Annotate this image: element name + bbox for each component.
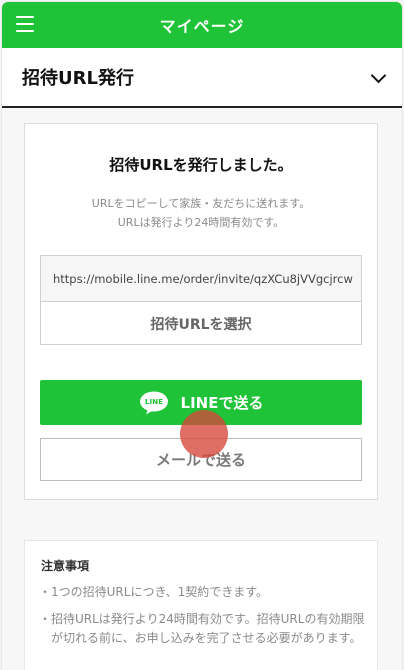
card-description: URLをコピーして家族・友だちに送れます。 URLは発行より24時間有効です。 [25,194,377,232]
hamburger-menu-icon[interactable] [16,16,34,32]
notice-title: 注意事項 [41,559,90,573]
line-button-label: LINEで送る [180,394,264,412]
card-title: 招待URLを発行しました。 [109,156,293,174]
description-line-validity: URLは発行より24時間有効です。 [117,216,285,229]
app-frame: マイページ 招待URL発行 招待URLを発行しました。 URLをコピーして家族・… [2,2,402,670]
touch-indicator [180,410,228,458]
notice-item: ・ 招待URLは発行より24時間有効です。招待URLの有効期限が切れる前に、お申… [39,610,365,648]
line-logo-text: LINE [144,397,162,406]
notice-item-text: 招待URLは発行より24時間有効です。招待URLの有効期限が切れる前に、お申し込… [51,612,365,645]
notice-list: ・ 1つの招待URLにつき、1契約できます。 ・ 招待URLは発行より24時間有… [39,583,365,656]
section-title: 招待URL発行 [22,68,134,89]
notice-bullet: ・ [39,585,52,599]
notice-bullet: ・ [39,612,52,626]
line-logo-icon: LINE [139,391,168,414]
chevron-down-icon[interactable] [370,67,387,84]
description-line-copy: URLをコピーして家族・友だちに送れます。 [91,197,311,210]
invite-url-section-toggle[interactable]: 招待URL発行 [2,48,402,108]
notice-item: ・ 1つの招待URLにつき、1契約できます。 [39,583,365,602]
invite-url-field[interactable]: https://mobile.line.me/order/invite/qzXC… [41,256,361,302]
notice-section: 注意事項 ・ 1つの招待URLにつき、1契約できます。 ・ 招待URLは発行より… [24,540,378,670]
select-url-button[interactable]: 招待URLを選択 [41,302,361,345]
notice-item-text: 1つの招待URLにつき、1契約できます。 [51,585,269,599]
page-title: マイページ [159,17,245,36]
invite-url-box: https://mobile.line.me/order/invite/qzXC… [40,255,362,345]
top-navigation-bar: マイページ [2,2,402,48]
